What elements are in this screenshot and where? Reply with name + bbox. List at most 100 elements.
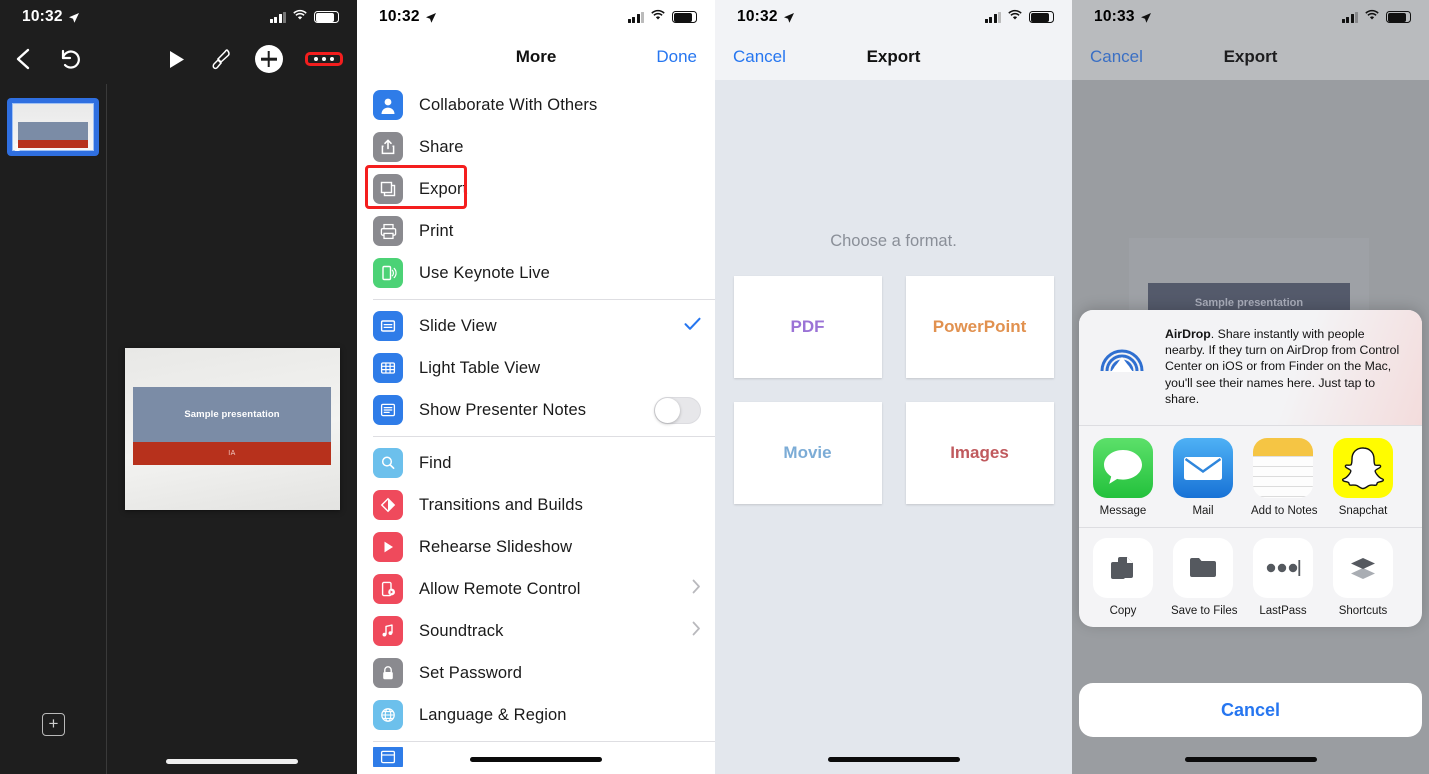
- airdrop-description: AirDrop. Share instantly with people nea…: [1165, 326, 1408, 407]
- format-grid: PDF PowerPoint Movie Images: [715, 276, 1072, 504]
- toggle-knob: [655, 397, 680, 423]
- slide-preview: Sample presentation IA: [124, 348, 340, 510]
- format-card-movie[interactable]: Movie: [733, 402, 882, 504]
- cellular-signal-icon: [1341, 11, 1358, 23]
- status-bar-export: 10:32: [715, 0, 1072, 34]
- menu-item-label: Slide View: [419, 316, 497, 335]
- play-icon[interactable]: [169, 50, 185, 69]
- status-time: 10:32: [737, 8, 778, 25]
- menu-item-allow-remote-control[interactable]: Allow Remote Control: [357, 568, 715, 610]
- share-action-save-to-files[interactable]: Save to Files: [1171, 538, 1237, 617]
- editor-toolbar: [0, 34, 357, 84]
- wifi-icon: [650, 8, 666, 26]
- format-label: Images: [950, 443, 1009, 462]
- home-indicator: [470, 757, 602, 762]
- share-action-lastpass[interactable]: LastPass: [1251, 538, 1315, 617]
- globe-icon: [373, 700, 403, 730]
- menu-item-label: Share: [419, 137, 464, 156]
- share-action-shortcuts[interactable]: Shortcuts: [1331, 538, 1395, 617]
- choose-format-hint: Choose a format.: [830, 232, 957, 250]
- share-action-label: Copy: [1109, 605, 1137, 618]
- wifi-icon: [1007, 8, 1023, 26]
- slide-canvas[interactable]: Sample presentation IA: [107, 84, 357, 774]
- share-app-label: Mail: [1192, 505, 1214, 518]
- share-sheet: AirDrop. Share instantly with people nea…: [1079, 310, 1422, 628]
- undo-icon[interactable]: [58, 48, 82, 70]
- checkmark-icon: [684, 316, 701, 336]
- add-button[interactable]: [254, 45, 283, 73]
- menu-item-label: Show Presenter Notes: [419, 400, 587, 419]
- format-card-pdf[interactable]: PDF: [733, 276, 882, 378]
- slide-title-box: Sample presentation: [133, 386, 331, 442]
- share-app-notes[interactable]: Add to Notes: [1251, 438, 1318, 518]
- menu-item-label: Soundtrack: [419, 621, 504, 640]
- battery-icon: [314, 11, 339, 23]
- slide-thumbnail-1[interactable]: 1: [7, 98, 99, 156]
- menu-item-soundtrack[interactable]: Soundtrack: [357, 610, 715, 652]
- done-button[interactable]: Done: [656, 47, 697, 67]
- slide-subtitle-box: IA: [133, 441, 331, 465]
- slide-view-icon: [373, 311, 403, 341]
- airdrop-section[interactable]: AirDrop. Share instantly with people nea…: [1079, 310, 1422, 426]
- share-action-label: Shortcuts: [1338, 605, 1388, 618]
- status-time: 10:32: [22, 8, 63, 25]
- menu-item-collaborate[interactable]: Collaborate With Others: [357, 84, 715, 126]
- paintbrush-icon[interactable]: [207, 47, 233, 71]
- format-card-powerpoint[interactable]: PowerPoint: [905, 276, 1054, 378]
- share-cancel-button[interactable]: Cancel: [1079, 683, 1422, 737]
- share-app-snapchat[interactable]: Snapchat: [1331, 438, 1395, 517]
- folder-icon: [1173, 538, 1233, 599]
- menu-item-export[interactable]: Export: [357, 165, 715, 210]
- menu-item-label: Light Table View: [419, 358, 541, 377]
- presenter-notes-toggle[interactable]: [654, 396, 701, 424]
- menu-item-light-table-view[interactable]: Light Table View: [357, 347, 715, 389]
- snapchat-app-icon: [1333, 438, 1393, 499]
- share-action-copy[interactable]: Copy: [1091, 538, 1155, 617]
- battery-icon: [1386, 11, 1411, 23]
- location-arrow-icon: [425, 11, 437, 23]
- format-card-images[interactable]: Images: [905, 402, 1054, 504]
- menu-item-share[interactable]: Share: [357, 126, 715, 168]
- menu-item-label: Allow Remote Control: [419, 579, 581, 598]
- more-options-button[interactable]: [304, 51, 343, 67]
- lastpass-icon: [1253, 538, 1313, 599]
- share-app-mail[interactable]: Mail: [1171, 438, 1235, 517]
- menu-item-transitions[interactable]: Transitions and Builds: [357, 484, 715, 526]
- menu-item-set-password[interactable]: Set Password: [357, 652, 715, 694]
- divider: [373, 299, 715, 300]
- menu-item-label: Transitions and Builds: [419, 495, 583, 514]
- airdrop-name: AirDrop: [1165, 327, 1211, 341]
- export-icon: [373, 174, 403, 204]
- share-apps-row[interactable]: Message Mail Add to Notes Snapchat: [1079, 425, 1422, 527]
- share-app-message[interactable]: Message: [1091, 438, 1155, 517]
- cancel-button[interactable]: Cancel: [733, 47, 786, 67]
- share-nav-bar: Cancel Export: [1072, 34, 1429, 80]
- menu-item-presenter-notes[interactable]: Show Presenter Notes: [357, 389, 715, 431]
- grid-icon: [373, 353, 403, 383]
- share-actions-row[interactable]: Copy Save to Files LastPass Shortcuts: [1079, 527, 1422, 627]
- home-indicator: [1184, 757, 1317, 762]
- menu-item-slide-view[interactable]: Slide View: [357, 305, 715, 347]
- transitions-icon: [373, 490, 403, 520]
- panel-more-menu: 10:32 More Done Collaborate With Others …: [357, 0, 715, 774]
- divider: [373, 436, 715, 437]
- menu-item-label: Use Keynote Live: [419, 263, 550, 282]
- export-title: Export: [1223, 47, 1278, 66]
- menu-item-print[interactable]: Print: [357, 210, 715, 252]
- back-chevron-icon[interactable]: [14, 47, 32, 71]
- document-icon: [373, 747, 403, 767]
- share-app-label: Add to Notes: [1251, 505, 1318, 518]
- menu-item-language-region[interactable]: Language & Region: [357, 694, 715, 736]
- menu-item-find[interactable]: Find: [357, 442, 715, 484]
- add-slide-button[interactable]: +: [42, 713, 65, 736]
- printer-icon: [373, 216, 403, 246]
- status-time: 10:33: [1094, 8, 1135, 25]
- cellular-signal-icon: [627, 11, 644, 23]
- menu-item-rehearse-slideshow[interactable]: Rehearse Slideshow: [357, 526, 715, 568]
- cancel-button[interactable]: Cancel: [1090, 47, 1143, 67]
- menu-item-label: Export: [419, 179, 468, 198]
- copy-icon: [1093, 538, 1153, 599]
- play-icon: [373, 532, 403, 562]
- person-icon: [373, 90, 403, 120]
- menu-item-keynote-live[interactable]: Use Keynote Live: [357, 252, 715, 294]
